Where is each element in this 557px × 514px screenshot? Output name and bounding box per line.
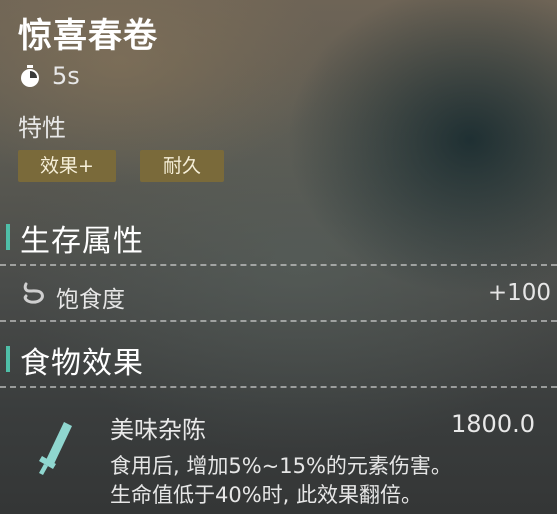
effect-name: 美味杂陈 (110, 416, 206, 444)
section-title-survival: 生存属性 (20, 224, 144, 259)
section-title-food-effects: 食物效果 (20, 346, 144, 381)
stomach-icon (23, 282, 44, 304)
blade-icon (39, 422, 72, 475)
effect-description-line: 生命值低于40%时, 此效果翻倍。 (110, 483, 423, 507)
stopwatch-icon (21, 65, 39, 87)
effect-description-line: 食用后, 增加5%~15%的元素伤害。 (110, 454, 452, 478)
trait-tag: 效果+ (18, 150, 116, 182)
traits-label: 特性 (18, 114, 66, 142)
stat-label-satiety: 饱食度 (56, 287, 125, 313)
stat-value-satiety: +100 (487, 280, 551, 306)
divider (0, 386, 557, 388)
section-accent-bar (6, 224, 10, 250)
divider (0, 264, 557, 266)
trait-tag: 耐久 (140, 150, 224, 182)
effect-description: 食用后, 增加5%~15%的元素伤害。 生命值低于40%时, 此效果翻倍。 (110, 452, 550, 510)
effect-duration: 1800.0 (451, 410, 535, 438)
divider (0, 320, 557, 322)
duration-text: 5s (52, 62, 80, 90)
item-title: 惊喜春卷 (18, 16, 158, 56)
duration-row: 5s (18, 62, 80, 90)
section-accent-bar (6, 346, 10, 372)
